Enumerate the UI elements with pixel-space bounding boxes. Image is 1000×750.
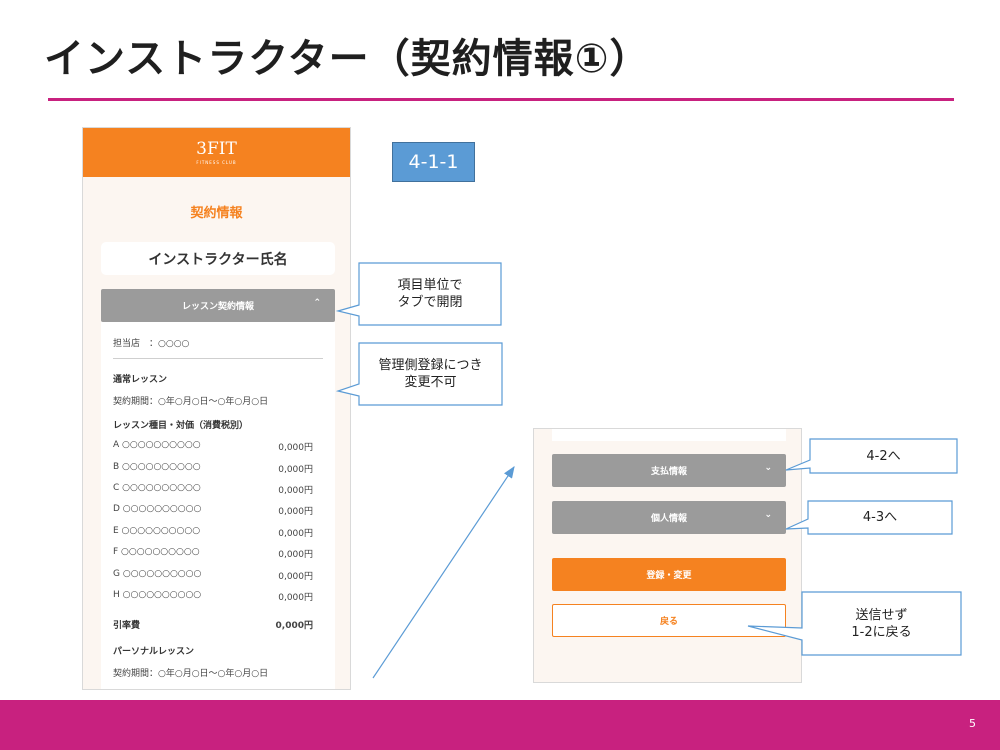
slide-footer: 5 [0,700,1000,750]
callout-to-4-2: 4-2へ [866,448,901,464]
callout-line: 項目単位で [397,278,463,293]
callout-to-4-3: 4-3へ [862,510,898,525]
callout-back: 送信せず 1-2に戻る [803,593,960,654]
callout-line: タブで開閉 [397,295,463,310]
continuation-arrow [372,466,515,679]
callout-admin-only: 管理側登録につき 変更不可 [360,344,501,404]
page-number: 5 [969,717,976,730]
callout-line: 変更不可 [404,375,457,390]
callout-line: 管理側登録につき [378,358,483,373]
callout-tab-toggle: 項目単位で タブで開閉 [360,264,500,324]
callout-line: 1-2に戻る [851,624,912,640]
callout-line: 送信せず [855,607,908,623]
